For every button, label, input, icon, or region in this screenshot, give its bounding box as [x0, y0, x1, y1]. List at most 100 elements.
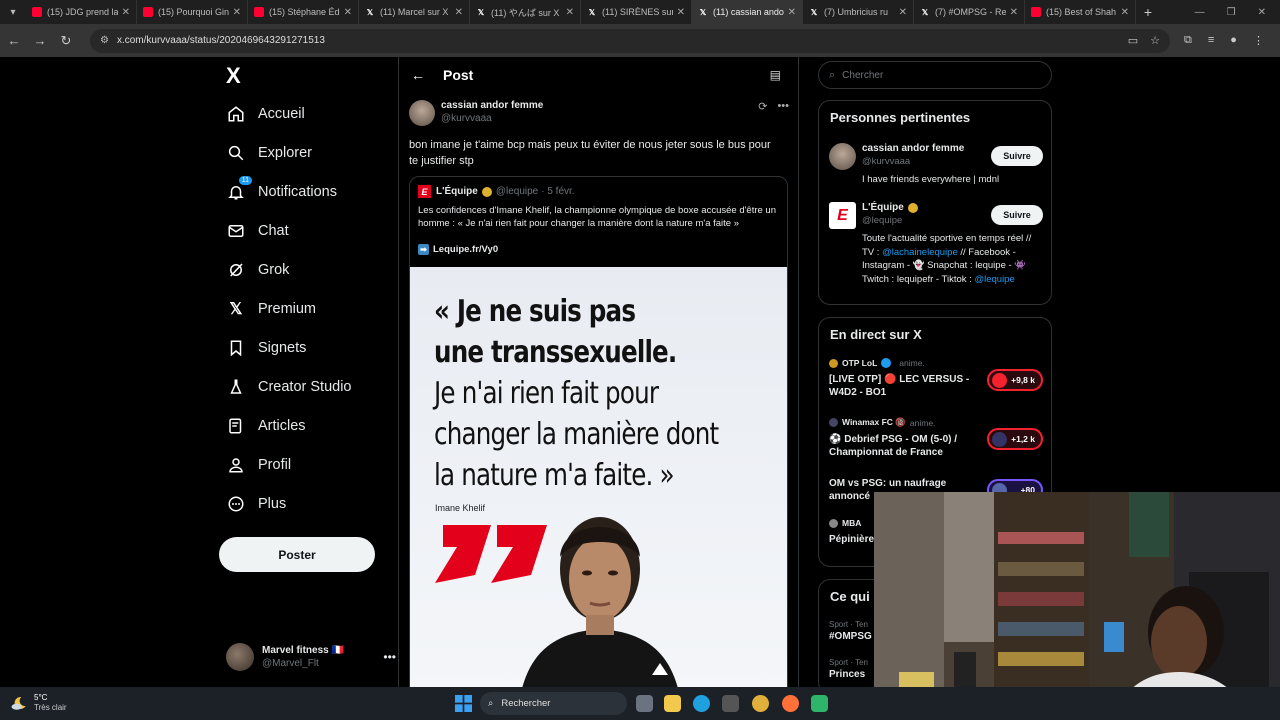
close-icon[interactable]: ✕: [122, 7, 130, 18]
close-window-icon[interactable]: ✕: [1258, 7, 1266, 18]
minimize-icon[interactable]: —: [1195, 7, 1205, 18]
author-handle[interactable]: @kurvvaaa: [441, 113, 543, 124]
post-button[interactable]: Poster: [219, 537, 375, 572]
nav-item-home[interactable]: Accueil: [226, 101, 305, 127]
close-icon[interactable]: ✕: [1121, 7, 1129, 18]
quoted-tweet[interactable]: E L'Équipe @lequipe · 5 févr. Les confid…: [409, 176, 788, 687]
chrome-icon[interactable]: [752, 695, 769, 712]
quote-image[interactable]: « Je ne suis pas une transsexuelle. Je n…: [410, 267, 787, 687]
extensions-icon[interactable]: ⧉: [1184, 34, 1192, 47]
browser-tab[interactable]: 𝕏 (11) Marcel sur X ✕: [359, 0, 470, 24]
nav-item-bookmarks[interactable]: Signets: [226, 335, 306, 361]
quote-link[interactable]: ➡ Lequipe.fr/Vy0: [418, 244, 498, 255]
main-column: ← Post ▤ cassian andor femme @kurvvaaa ⟳…: [398, 57, 799, 687]
browser-tab[interactable]: 𝕏 (11) やんば sur X ✕: [470, 0, 581, 24]
nav-item-chat[interactable]: Chat: [226, 218, 289, 244]
avatar[interactable]: [409, 100, 435, 126]
nav-item-creator-studio[interactable]: Creator Studio: [226, 374, 352, 400]
search-icon: ⌕: [829, 68, 836, 81]
live-viewers-pill[interactable]: +1,2 k: [987, 428, 1043, 450]
nav-item-more[interactable]: Plus: [226, 491, 286, 517]
browser-tab[interactable]: 𝕏 (7) Umbricius ru ✕: [803, 0, 914, 24]
reader-icon[interactable]: ▤: [770, 68, 781, 82]
arrow-right-icon: ➡: [418, 244, 429, 255]
weather-widget[interactable]: 5°C Très clair: [10, 693, 67, 713]
more-icon[interactable]: •••: [383, 650, 396, 664]
bell-icon: 11: [226, 176, 252, 202]
file-explorer-icon[interactable]: [664, 695, 681, 712]
nav-item-profile[interactable]: Profil: [226, 452, 291, 478]
close-icon[interactable]: ✕: [899, 7, 907, 18]
edge-icon[interactable]: [693, 695, 710, 712]
close-icon[interactable]: ✕: [566, 7, 574, 18]
channel-avatar: [829, 418, 838, 427]
media-icon[interactable]: ≡: [1208, 34, 1214, 47]
app-icon[interactable]: [811, 695, 828, 712]
tab-search-icon[interactable]: ▾: [0, 0, 26, 24]
more-icon[interactable]: •••: [777, 100, 789, 130]
nav-item-articles[interactable]: Articles: [226, 413, 306, 439]
windows-start-icon[interactable]: [455, 695, 472, 712]
new-tab-button[interactable]: +: [1136, 4, 1160, 20]
weather-moon-icon: [10, 694, 28, 712]
close-icon[interactable]: ✕: [1010, 7, 1018, 18]
cast-icon[interactable]: ▭: [1128, 34, 1138, 47]
tweet-text: bon imane je t'aime bcp mais peux tu évi…: [409, 139, 771, 167]
browser-tab[interactable]: (15) Best of Shah ✕: [1025, 0, 1136, 24]
x-logo-icon: 𝕏: [810, 7, 818, 17]
close-icon[interactable]: ✕: [788, 7, 796, 18]
forward-arrow-icon[interactable]: →: [28, 33, 52, 48]
notification-badge: 11: [238, 176, 252, 185]
x-logo-icon[interactable]: X: [226, 63, 241, 89]
search-input[interactable]: ⌕ Chercher: [818, 61, 1052, 89]
url-field[interactable]: ⚙ x.com/kurvvaaa/status/2020469643291271…: [90, 28, 1170, 53]
back-arrow-icon[interactable]: ←: [2, 33, 26, 48]
follow-button[interactable]: Suivre: [991, 205, 1043, 225]
live-item[interactable]: Winamax FC 🔞 anime. ⚽ Debrief PSG - OM (5…: [829, 417, 1043, 467]
firefox-icon[interactable]: [782, 695, 799, 712]
mention-link[interactable]: @lachainelequipe: [882, 247, 958, 258]
site-info-icon[interactable]: ⚙: [100, 35, 109, 46]
close-icon[interactable]: ✕: [344, 7, 352, 18]
maximize-icon[interactable]: ❐: [1227, 7, 1236, 18]
nav-item-explore[interactable]: Explorer: [226, 140, 312, 166]
close-icon[interactable]: ✕: [455, 7, 463, 18]
back-arrow-icon[interactable]: ←: [411, 67, 425, 83]
search-icon: [226, 143, 246, 163]
menu-kebab-icon[interactable]: ⋮: [1253, 34, 1264, 47]
account-switcher[interactable]: Marvel fitness 🇫🇷 @Marvel_Flt •••: [226, 643, 396, 671]
nav-item-notifications[interactable]: 11 Notifications: [226, 176, 337, 205]
live-viewers-pill[interactable]: +9,8 k: [987, 369, 1043, 391]
browser-tab[interactable]: (15) JDG prend la ✕: [26, 0, 137, 24]
channel-avatar: [992, 373, 1007, 388]
lequipe-logo-icon: E: [829, 202, 856, 229]
nav-item-grok[interactable]: Grok: [226, 257, 289, 283]
star-icon[interactable]: ☆: [1150, 34, 1160, 47]
browser-tab[interactable]: 𝕏 (11) SIRÈNES sur ✕: [581, 0, 692, 24]
task-view-icon[interactable]: [636, 695, 653, 712]
close-icon[interactable]: ✕: [233, 7, 241, 18]
author-name[interactable]: cassian andor femme: [441, 100, 543, 111]
live-title: [LIVE OTP] 🔴 LEC VERSUS - W4D2 - BO1: [829, 374, 970, 398]
browser-tab[interactable]: 𝕏 (7) #OMPSG - Re ✕: [914, 0, 1025, 24]
relevant-people-card: Personnes pertinentes cassian andor femm…: [818, 100, 1052, 305]
follow-button[interactable]: Suivre: [991, 146, 1043, 166]
live-item[interactable]: OTP LoL anime. [LIVE OTP] 🔴 LEC VERSUS - …: [829, 358, 1043, 408]
x-logo-icon: 𝕏: [921, 7, 929, 17]
taskbar-search[interactable]: ⌕ Rechercher: [480, 692, 627, 715]
card-title: En direct sur X: [830, 327, 922, 342]
browser-tab[interactable]: (15) Pourquoi Gin ✕: [137, 0, 248, 24]
reload-icon[interactable]: ↻: [54, 33, 78, 49]
profile-icon[interactable]: ●: [1230, 34, 1237, 47]
store-icon[interactable]: [722, 695, 739, 712]
browser-tab-bar: ▾ (15) JDG prend la ✕ (15) Pourquoi Gin ✕ …: [0, 0, 1280, 24]
nav-item-premium[interactable]: 𝕏 Premium: [226, 296, 316, 322]
x-premium-icon: 𝕏: [229, 301, 243, 318]
person-item[interactable]: cassian andor femme @kurvvaaa I have fri…: [829, 143, 1043, 189]
browser-tab[interactable]: (15) Stéphane Édo ✕: [248, 0, 359, 24]
grok-icon[interactable]: ⟳: [758, 100, 767, 130]
mention-link[interactable]: @lequipe: [974, 274, 1014, 285]
browser-tab-active[interactable]: 𝕏 (11) cassian ando ✕: [692, 0, 803, 24]
person-item[interactable]: E L'Équipe @lequipe Toute l'actualité sp…: [829, 202, 1043, 302]
close-icon[interactable]: ✕: [677, 7, 685, 18]
